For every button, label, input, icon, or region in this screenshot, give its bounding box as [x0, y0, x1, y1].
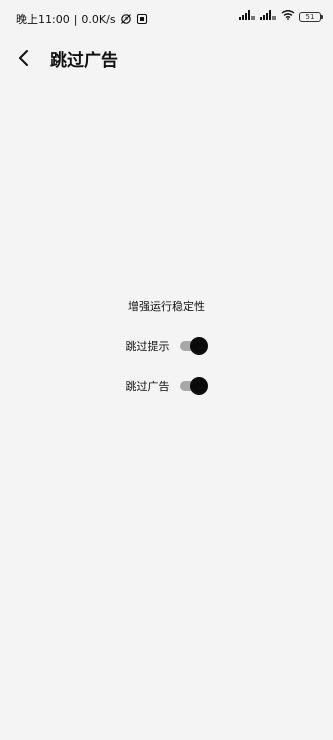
notification-icon [136, 13, 148, 25]
skip-prompt-toggle[interactable] [179, 336, 208, 356]
back-button[interactable] [10, 44, 38, 72]
status-right: 51 [239, 10, 323, 23]
setting-row-skip-prompt: 跳过提示 [0, 336, 333, 356]
status-network-speed: 0.0K/s [81, 12, 116, 26]
status-separator: | [73, 12, 78, 26]
toggle-knob [189, 337, 208, 355]
status-time: 晚上11:00 [16, 13, 70, 26]
toggle-knob [189, 377, 208, 395]
chevron-left-icon [19, 50, 28, 66]
status-left: 晚上11:00 | 0.0K/s [16, 11, 148, 27]
signal-sim1-icon [239, 10, 256, 23]
status-bar: 晚上11:00 | 0.0K/s 51 [0, 0, 333, 36]
top-app-bar: 跳过广告 [0, 36, 333, 80]
setting-row-skip-ad: 跳过广告 [0, 376, 333, 396]
skip-ad-toggle[interactable] [179, 376, 208, 396]
battery-level: 51 [305, 12, 315, 21]
skip-prompt-label: 跳过提示 [125, 340, 170, 353]
wifi-icon [281, 10, 295, 23]
page-title: 跳过广告 [50, 51, 118, 71]
signal-sim2-icon [260, 10, 277, 23]
battery-icon: 51 [299, 11, 323, 22]
skip-ad-label: 跳过广告 [125, 380, 170, 393]
alarm-off-icon [120, 13, 132, 25]
stability-enhancement-label: 增强运行稳定性 [128, 300, 205, 313]
